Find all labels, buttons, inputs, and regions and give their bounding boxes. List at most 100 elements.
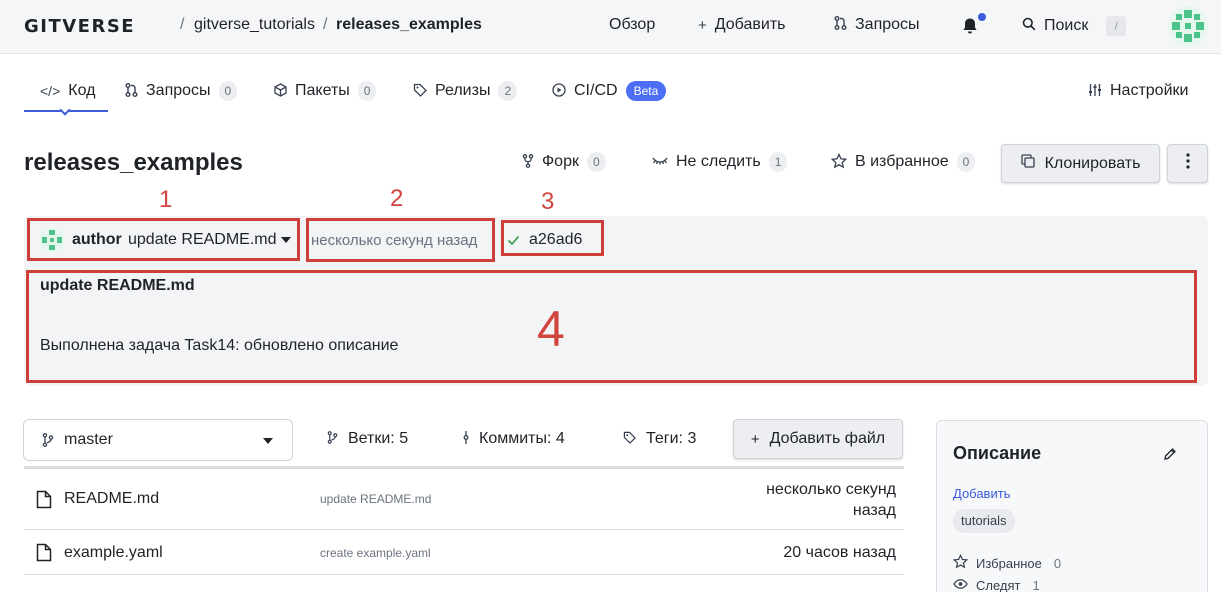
file-commit-message[interactable]: update README.md [320,492,431,506]
stars-label: Избранное [976,555,1042,571]
tab-packages[interactable]: Пакеты 0 [274,70,377,112]
file-date-line: несколько секунд [766,481,896,498]
tab-packages-count: 0 [357,81,377,101]
nav-add-label: Добавить [714,16,786,33]
fork-label: Форк [542,153,579,170]
unwatch-label: Не следить [676,153,761,170]
file-icon [36,490,52,509]
play-circle-icon [552,82,566,100]
chevron-down-icon [263,438,273,444]
eye-closed-icon [652,154,668,170]
tag-icon [623,431,636,447]
nav-requests-label: Запросы [855,16,920,33]
tags-link[interactable]: Теги: 3 [623,430,696,448]
nav-overview[interactable]: Обзор [609,16,655,34]
breadcrumb-separator: / [180,16,185,33]
annotation-number-3: 3 [541,188,555,215]
tags-label: Теги: 3 [646,430,697,447]
tab-cicd[interactable]: CI/CD Beta [552,70,667,112]
branches-link[interactable]: Ветки: 5 [327,430,408,448]
breadcrumb-owner[interactable]: gitverse_tutorials [194,16,315,34]
nav-requests[interactable]: Запросы [834,16,920,34]
chevron-down-icon[interactable] [281,237,291,243]
annotation-number-1: 1 [159,186,173,213]
tab-requests[interactable]: Запросы 0 [125,70,238,112]
user-avatar[interactable] [1168,6,1208,46]
commit-hash[interactable]: a26ad6 [529,231,582,249]
star-icon [952,553,969,572]
commit-body: Выполнена задача Task14: обновлено описа… [40,337,399,354]
bell-icon [962,17,978,39]
search-button[interactable]: Поиск / [1022,16,1127,36]
commits-link[interactable]: Коммиты: 4 [463,430,565,448]
file-name-link[interactable]: example.yaml [64,544,163,562]
commits-label: Коммиты: 4 [479,430,565,447]
more-options-button[interactable] [1167,144,1208,183]
search-icon [1022,17,1036,35]
tab-requests-label: Запросы [146,82,211,99]
nav-add[interactable]: + Добавить [698,16,785,34]
notifications-button[interactable] [962,13,986,39]
watchers-stat[interactable]: Следят 1 [953,578,1040,592]
branches-label: Ветки: 5 [348,430,409,447]
tab-settings[interactable]: Настройки [1088,70,1188,112]
package-icon [274,82,287,100]
stars-stat[interactable]: Избранное 0 [952,553,1062,572]
topic-tag[interactable]: tutorials [953,509,1015,533]
branch-selector[interactable]: master [23,419,293,461]
plus-icon: + [698,16,707,34]
author-avatar[interactable] [40,228,64,252]
code-icon: </> [40,83,61,99]
top-bar: GITVERSE / gitverse_tutorials / releases… [0,0,1221,54]
eye-icon [953,578,968,592]
file-date: несколько секунд назад [766,481,896,520]
stars-count: 0 [1053,555,1062,571]
description-title: Описание [953,443,1042,463]
file-date: 20 часов назад [783,544,896,561]
commit-message-short[interactable]: update README.md [128,231,277,249]
table-row: example.yaml create example.yaml 20 часо… [24,529,904,575]
file-commit-message[interactable]: create example.yaml [320,546,431,560]
file-name-link[interactable]: README.md [64,490,159,508]
add-file-button[interactable]: + Добавить файл [733,419,903,459]
fork-count: 0 [586,152,606,172]
star-button[interactable]: В избранное 0 [830,152,976,172]
tab-releases-count: 2 [498,81,518,101]
clone-button[interactable]: Клонировать [1001,144,1160,183]
tab-releases[interactable]: Релизы 2 [413,70,518,112]
repo-title: releases_examples [24,149,243,176]
commit-title: update README.md [40,277,195,294]
description-panel: Описание Добавить tutorials Избранное 0 … [936,420,1208,592]
annotation-number-2: 2 [390,185,404,212]
breadcrumb-repo[interactable]: releases_examples [336,16,482,34]
check-icon [507,233,520,250]
pencil-icon[interactable] [1163,447,1177,465]
tab-code[interactable]: </> Код [40,70,95,112]
table-row: README.md update README.md несколько сек… [24,468,904,529]
tab-settings-label: Настройки [1110,82,1189,99]
star-label: В избранное [855,153,949,170]
branch-icon [42,433,54,451]
star-count: 0 [956,152,976,172]
commit-icon [463,431,469,447]
kebab-menu-icon [1185,153,1190,174]
unwatch-button[interactable]: Не следить 1 [652,152,788,172]
tab-packages-label: Пакеты [295,82,350,99]
nav-overview-label: Обзор [609,16,656,33]
pull-request-icon [125,82,138,100]
gitverse-logo[interactable]: GITVERSE [24,16,135,37]
copy-icon [1020,154,1035,173]
fork-button[interactable]: Форк 0 [522,152,606,172]
search-label: Поиск [1044,17,1089,34]
repo-tabs: </> Код Запросы 0 Пакеты 0 Релизы 2 CI/C… [24,70,1197,116]
tab-requests-count: 0 [218,81,238,101]
tab-releases-label: Релизы [435,82,491,99]
star-icon [830,152,848,172]
search-shortcut: / [1106,16,1127,36]
add-description-link[interactable]: Добавить [953,486,1010,501]
watchers-count: 1 [1032,578,1040,592]
commit-author[interactable]: author [72,231,122,249]
fork-icon [522,153,534,171]
branch-icon [327,431,338,447]
annotation-box-4 [26,270,1197,383]
